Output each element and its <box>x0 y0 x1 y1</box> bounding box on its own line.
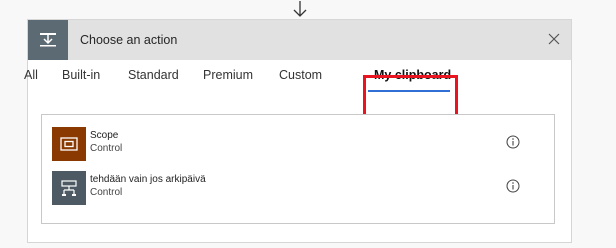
tab-standard[interactable]: Standard <box>128 68 179 82</box>
tab-custom[interactable]: Custom <box>279 68 322 82</box>
action-list: Scope Control tehdään vain jos arkipäivä… <box>41 114 555 224</box>
list-item[interactable]: Scope Control <box>52 127 542 161</box>
condition-icon <box>52 171 86 205</box>
close-icon[interactable] <box>545 30 563 48</box>
action-subtitle: Control <box>90 143 123 154</box>
action-header-icon <box>28 20 68 60</box>
card-header: Choose an action <box>28 20 571 60</box>
action-subtitle: Control <box>90 187 123 198</box>
tab-built-in[interactable]: Built-in <box>62 68 100 82</box>
action-title: tehdään vain jos arkipäivä <box>90 174 206 185</box>
scope-icon <box>52 127 86 161</box>
list-item[interactable]: tehdään vain jos arkipäivä Control <box>52 171 542 205</box>
info-icon[interactable] <box>506 179 520 193</box>
tab-all[interactable]: All <box>24 68 38 82</box>
action-title: Scope <box>90 130 119 141</box>
info-icon[interactable] <box>506 135 520 149</box>
header-title: Choose an action <box>80 33 178 47</box>
arrow-down-icon <box>293 1 307 17</box>
tab-premium[interactable]: Premium <box>203 68 253 82</box>
